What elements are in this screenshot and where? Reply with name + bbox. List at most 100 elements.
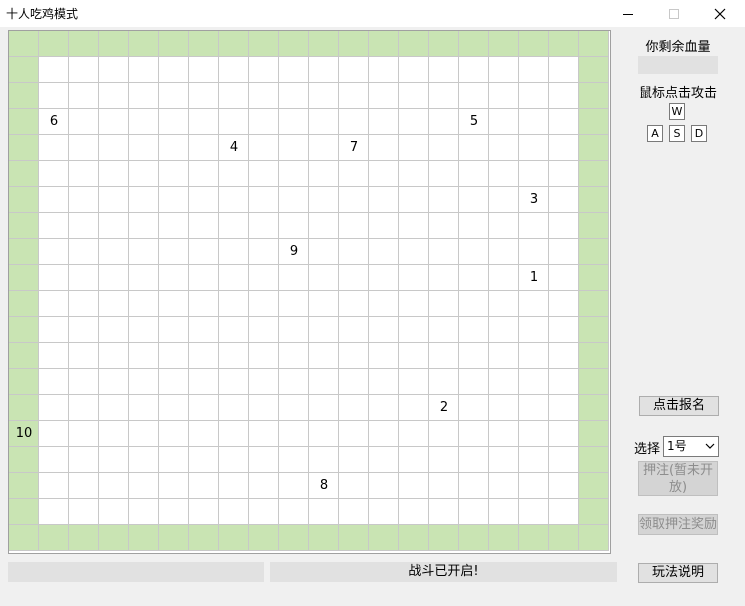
grid-cell[interactable] [39,213,69,239]
grid-cell[interactable] [129,135,159,161]
wall-cell[interactable] [9,187,39,213]
grid-cell[interactable] [519,369,549,395]
grid-cell[interactable] [69,239,99,265]
grid-cell[interactable] [219,317,249,343]
grid-cell[interactable] [519,343,549,369]
grid-cell[interactable] [279,213,309,239]
player-marker[interactable]: 6 [39,109,69,135]
grid-cell[interactable] [399,135,429,161]
wall-cell[interactable] [459,525,489,551]
grid-cell[interactable] [459,395,489,421]
grid-cell[interactable] [249,213,279,239]
grid-cell[interactable] [99,473,129,499]
grid-cell[interactable] [69,369,99,395]
wall-cell[interactable] [189,525,219,551]
grid-cell[interactable] [339,395,369,421]
grid-cell[interactable] [339,369,369,395]
grid-cell[interactable] [369,395,399,421]
grid-cell[interactable] [549,187,579,213]
grid-cell[interactable] [279,265,309,291]
wall-cell[interactable] [339,525,369,551]
grid-cell[interactable] [219,447,249,473]
grid-cell[interactable] [159,395,189,421]
grid-cell[interactable] [189,83,219,109]
grid-cell[interactable] [39,57,69,83]
wall-cell[interactable] [99,525,129,551]
grid-cell[interactable] [189,447,219,473]
grid-cell[interactable] [549,161,579,187]
grid-cell[interactable] [429,343,459,369]
grid-cell[interactable] [399,109,429,135]
grid-cell[interactable] [219,83,249,109]
grid-cell[interactable] [279,135,309,161]
wall-cell[interactable] [579,83,609,109]
grid-cell[interactable] [309,343,339,369]
grid-cell[interactable] [459,421,489,447]
wall-cell[interactable] [9,161,39,187]
grid-cell[interactable] [99,395,129,421]
grid-cell[interactable] [219,161,249,187]
grid-cell[interactable] [159,317,189,343]
grid-cell[interactable] [429,473,459,499]
grid-cell[interactable] [369,161,399,187]
grid-cell[interactable] [369,239,399,265]
grid-cell[interactable] [459,343,489,369]
grid-cell[interactable] [39,369,69,395]
grid-cell[interactable] [459,369,489,395]
grid-cell[interactable] [249,161,279,187]
grid-cell[interactable] [99,161,129,187]
grid-cell[interactable] [219,343,249,369]
grid-cell[interactable] [189,369,219,395]
grid-cell[interactable] [129,499,159,525]
wall-cell[interactable] [579,213,609,239]
grid-cell[interactable] [549,213,579,239]
wall-cell[interactable] [9,31,39,57]
signup-button[interactable]: 点击报名 [639,396,719,416]
grid-cell[interactable] [339,239,369,265]
grid-cell[interactable] [69,109,99,135]
grid-cell[interactable] [489,187,519,213]
grid-cell[interactable] [159,473,189,499]
grid-cell[interactable] [459,213,489,239]
grid-cell[interactable] [219,213,249,239]
grid-cell[interactable] [279,291,309,317]
grid-cell[interactable] [369,187,399,213]
grid-cell[interactable] [459,447,489,473]
grid-cell[interactable] [549,83,579,109]
grid-cell[interactable] [309,291,339,317]
grid-cell[interactable] [39,317,69,343]
key-s[interactable]: S [669,125,685,142]
grid-cell[interactable] [249,473,279,499]
grid-cell[interactable] [249,421,279,447]
grid-cell[interactable] [549,499,579,525]
grid-cell[interactable] [279,473,309,499]
wall-cell[interactable] [429,31,459,57]
grid-cell[interactable] [189,395,219,421]
grid-cell[interactable] [519,291,549,317]
grid-cell[interactable] [339,109,369,135]
wall-cell[interactable] [339,31,369,57]
grid-cell[interactable] [219,421,249,447]
grid-cell[interactable] [159,239,189,265]
grid-cell[interactable] [39,447,69,473]
grid-cell[interactable] [99,343,129,369]
grid-cell[interactable] [159,135,189,161]
grid-cell[interactable] [99,499,129,525]
grid-cell[interactable] [189,187,219,213]
minimize-button[interactable] [605,0,651,27]
wall-cell[interactable] [579,343,609,369]
grid-cell[interactable] [249,291,279,317]
grid-cell[interactable] [129,395,159,421]
grid-cell[interactable] [69,395,99,421]
grid-cell[interactable] [309,265,339,291]
grid-cell[interactable] [309,187,339,213]
grid-cell[interactable] [249,239,279,265]
wall-cell[interactable] [249,525,279,551]
grid-cell[interactable] [429,187,459,213]
grid-cell[interactable] [489,57,519,83]
grid-cell[interactable] [489,213,519,239]
grid-cell[interactable] [69,447,99,473]
wall-cell[interactable] [579,499,609,525]
grid-cell[interactable] [399,187,429,213]
grid-cell[interactable] [219,57,249,83]
